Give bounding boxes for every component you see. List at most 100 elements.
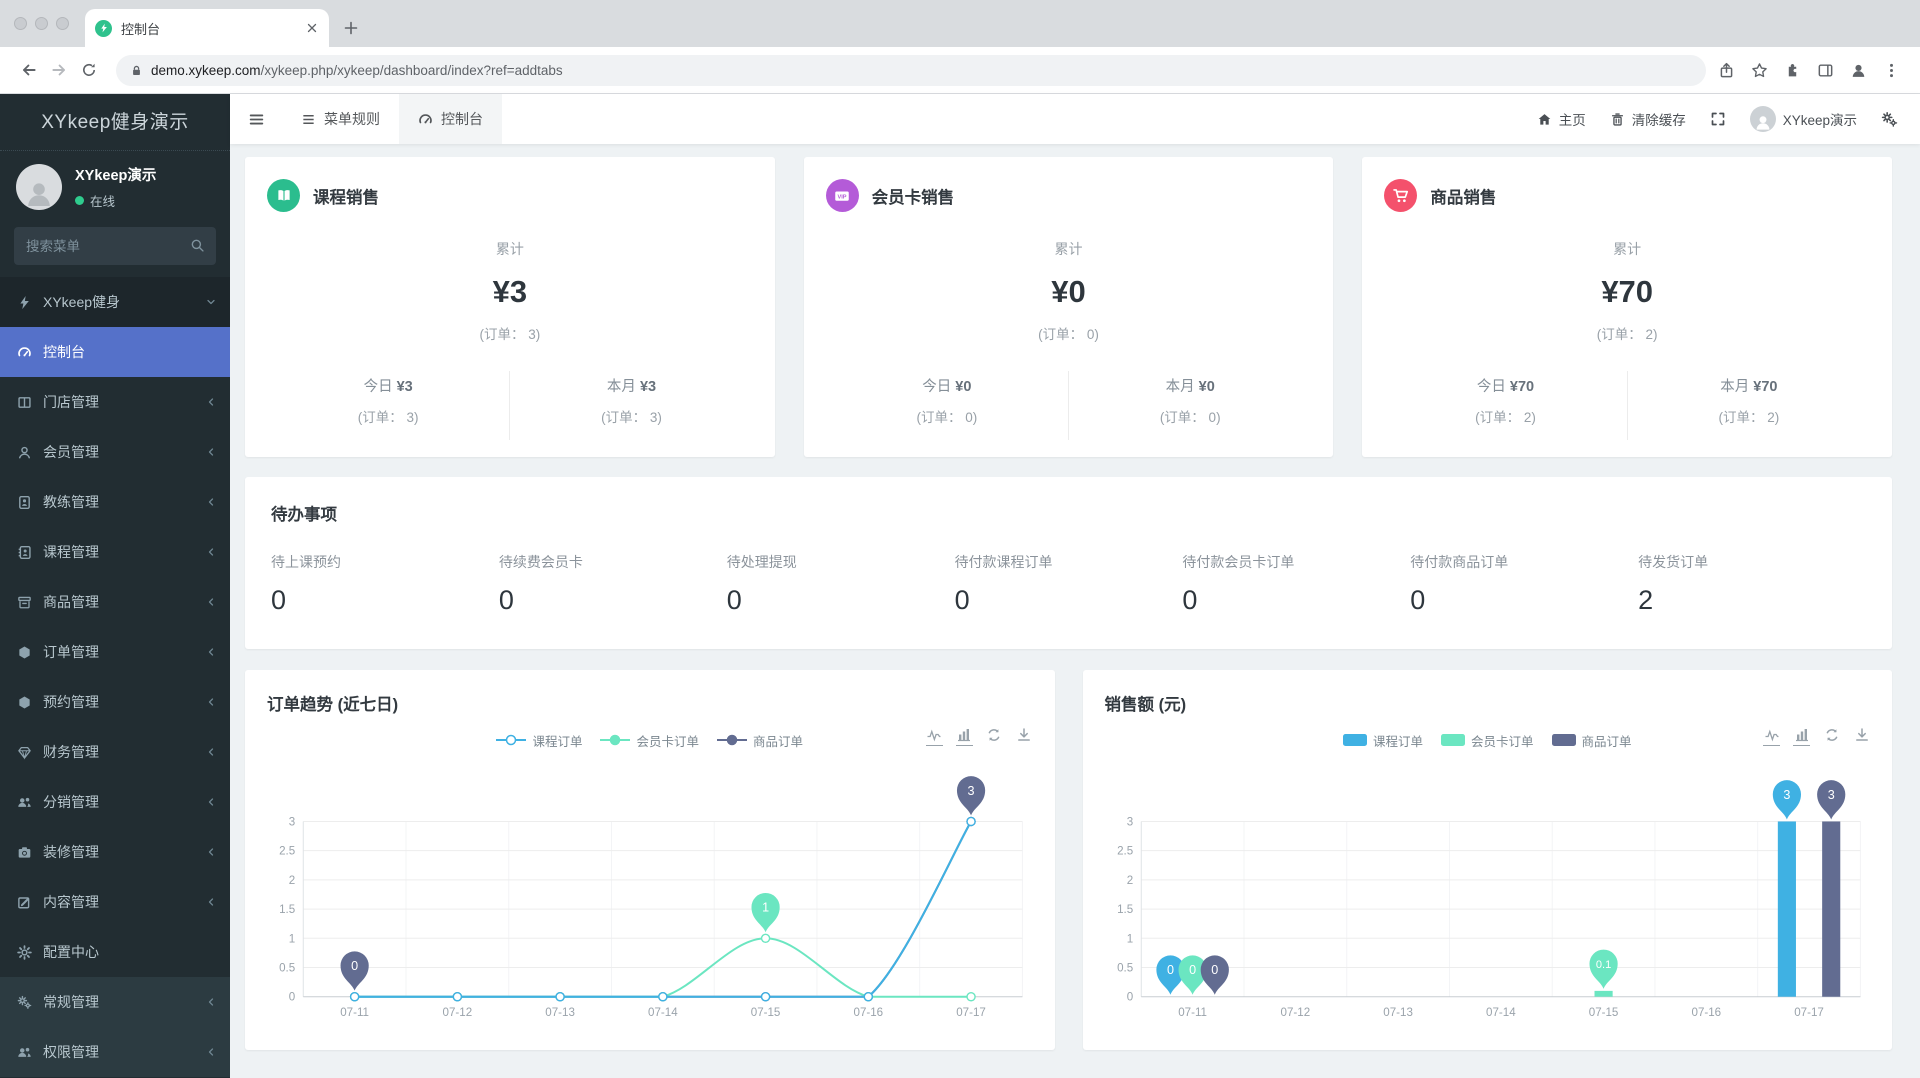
sales-chart-canvas: 0 0.5 1 1.5 2 2.5 3 07-11 07-12 07-13 07-14 07-15 07… xyxy=(1117,780,1861,1019)
extensions-icon[interactable] xyxy=(1784,62,1801,79)
sidebar-item-dashboard[interactable]: 控制台 xyxy=(0,327,230,377)
svg-text:1: 1 xyxy=(762,901,769,915)
sidebar-item-coach[interactable]: 教练管理 xyxy=(0,477,230,527)
user-menu[interactable]: XYkeep演示 xyxy=(1749,106,1857,132)
clear-cache-button[interactable]: 清除缓存 xyxy=(1610,109,1686,129)
todo-item-value: 0 xyxy=(498,585,514,615)
bar-type-button[interactable] xyxy=(1793,727,1810,746)
month-stats: 本月 ¥70 (订单： 2) xyxy=(1626,371,1870,440)
menu-search xyxy=(14,227,216,265)
sidebar-item-finance[interactable]: 财务管理 xyxy=(0,727,230,777)
sidebar-item-content[interactable]: 内容管理 xyxy=(0,877,230,927)
todo-grid: 待上课预约 0 待续费会员卡 0 待处理提现 0 待付款课程订单 0 待付款会员… xyxy=(271,552,1866,616)
legend-label: 会员卡订单 xyxy=(1470,734,1534,749)
bookmark-star-icon[interactable] xyxy=(1751,62,1768,79)
line-type-button[interactable] xyxy=(1763,727,1780,746)
svg-text:07-12: 07-12 xyxy=(1280,1007,1310,1019)
chevron-left-icon xyxy=(205,646,217,658)
chevron-left-icon xyxy=(205,996,217,1008)
columns-icon xyxy=(17,395,32,410)
sidebar-item-config[interactable]: 配置中心 xyxy=(0,927,230,977)
bar-type-button[interactable] xyxy=(955,727,973,746)
legend-item[interactable]: 课程订单 xyxy=(1342,731,1423,750)
browser-menu-icon[interactable] xyxy=(1883,62,1900,79)
svg-text:07-11: 07-11 xyxy=(340,1007,369,1019)
fullscreen-icon[interactable] xyxy=(1710,111,1726,127)
gauge-icon xyxy=(17,345,32,360)
chevron-left-icon xyxy=(205,1046,217,1058)
total-orders: (订单： 3) xyxy=(479,327,541,342)
sidebar-toggle-button[interactable] xyxy=(230,94,282,144)
address-bar[interactable]: demo.xykeep.com/xykeep.php/xykeep/dashbo… xyxy=(116,54,1706,86)
download-chart-button[interactable] xyxy=(1853,727,1870,746)
top-navbar: 菜单规则 控制台 主页 清除缓存 XYkeep演示 xyxy=(230,94,1920,144)
todo-item-label: 待续费会员卡 xyxy=(498,554,583,570)
refresh-chart-button[interactable] xyxy=(986,727,1003,746)
sidebar-item-goods[interactable]: 商品管理 xyxy=(0,577,230,627)
svg-text:07-13: 07-13 xyxy=(545,1007,575,1019)
nav-tab-dashboard[interactable]: 控制台 xyxy=(399,94,502,144)
total-value: ¥3 xyxy=(492,274,528,309)
svg-text:0.5: 0.5 xyxy=(1117,963,1133,975)
sidebar-item-store[interactable]: 门店管理 xyxy=(0,377,230,427)
new-tab-button[interactable] xyxy=(337,14,365,42)
browser-tab[interactable]: 控制台 xyxy=(85,9,329,47)
download-chart-button[interactable] xyxy=(1016,727,1033,746)
sidebar-item-auth[interactable]: 权限管理 xyxy=(0,1027,230,1077)
sidebar-item-label: 门店管理 xyxy=(43,394,99,410)
window-minimize-button[interactable] xyxy=(35,17,48,30)
sidebar-item-label: 会员管理 xyxy=(43,444,99,460)
search-input[interactable] xyxy=(14,227,216,265)
month-stats: 本月 ¥3 (订单： 3) xyxy=(509,371,752,440)
sidebar-item-decorate[interactable]: 装修管理 xyxy=(0,827,230,877)
order-trend-chart-card: 订单趋势 (近七日) 课程订单 会员卡订单 商品订单 0 0.5 1 1.5 2 2.5 3 07… xyxy=(245,670,1055,1050)
user-panel: XYkeep演示 在线 xyxy=(0,151,230,219)
sidebar-item-label: 财务管理 xyxy=(43,744,99,760)
todo-item: 待处理提现 0 xyxy=(727,552,955,616)
legend-item[interactable]: 商品订单 xyxy=(717,731,803,750)
user-name: XYkeep演示 xyxy=(75,168,157,184)
todo-item-label: 待付款课程订单 xyxy=(954,554,1053,570)
settings-gears-icon[interactable] xyxy=(1881,111,1898,128)
sidebar-item-general[interactable]: 常规管理 xyxy=(0,977,230,1027)
legend-item[interactable]: 会员卡订单 xyxy=(600,731,699,750)
nav-tab-menu-rules[interactable]: 菜单规则 xyxy=(282,94,399,144)
legend-item[interactable]: 商品订单 xyxy=(1551,731,1632,750)
todo-item-value: 0 xyxy=(954,585,970,615)
chart-toolbar xyxy=(925,727,1033,746)
stat-card-title: 商品销售 xyxy=(1430,188,1497,207)
profile-icon[interactable] xyxy=(1850,62,1867,79)
sidebar-item-member[interactable]: 会员管理 xyxy=(0,427,230,477)
sidebar-item-order[interactable]: 订单管理 xyxy=(0,627,230,677)
back-button[interactable] xyxy=(14,55,44,85)
refresh-chart-button[interactable] xyxy=(1823,727,1840,746)
address-book-icon xyxy=(17,545,32,560)
share-icon[interactable] xyxy=(1718,62,1735,79)
sidebar-item-distribution[interactable]: 分销管理 xyxy=(0,777,230,827)
cart-icon xyxy=(1384,179,1418,212)
legend-item[interactable]: 课程订单 xyxy=(496,731,582,750)
legend-item[interactable]: 会员卡订单 xyxy=(1440,731,1534,750)
sidebar-item-label: 商品管理 xyxy=(43,594,99,610)
side-panel-icon[interactable] xyxy=(1817,62,1834,79)
nav-tabs: 菜单规则 控制台 xyxy=(282,94,502,144)
window-zoom-button[interactable] xyxy=(56,17,69,30)
sidebar-item-course[interactable]: 课程管理 xyxy=(0,527,230,577)
sidebar: XYkeep健身演示 XYkeep演示 在线 XYkeep健身 控制台 门店管理 xyxy=(0,94,230,1078)
line-type-button[interactable] xyxy=(925,727,943,746)
url-path: /xykeep.php/xykeep/dashboard/index?ref=a… xyxy=(260,62,563,78)
today-stats: 今日 ¥70 (订单： 2) xyxy=(1475,379,1536,425)
browser-toolbar: demo.xykeep.com/xykeep.php/xykeep/dashbo… xyxy=(0,47,1920,94)
sidebar-item-label: 订单管理 xyxy=(43,644,99,660)
sidebar-item-booking[interactable]: 预约管理 xyxy=(0,677,230,727)
sidebar-item-label: 装修管理 xyxy=(43,844,99,860)
tab-close-icon[interactable] xyxy=(305,21,319,35)
search-icon[interactable] xyxy=(190,238,205,253)
nav-tab-label: 菜单规则 xyxy=(324,111,380,127)
home-button[interactable]: 主页 xyxy=(1537,109,1586,129)
month-stats: 本月 ¥0 (订单： 0) xyxy=(1068,371,1311,440)
forward-button[interactable] xyxy=(44,55,74,85)
window-close-button[interactable] xyxy=(14,17,27,30)
sidebar-item-xykeep[interactable]: XYkeep健身 xyxy=(0,277,230,327)
reload-button[interactable] xyxy=(74,55,104,85)
